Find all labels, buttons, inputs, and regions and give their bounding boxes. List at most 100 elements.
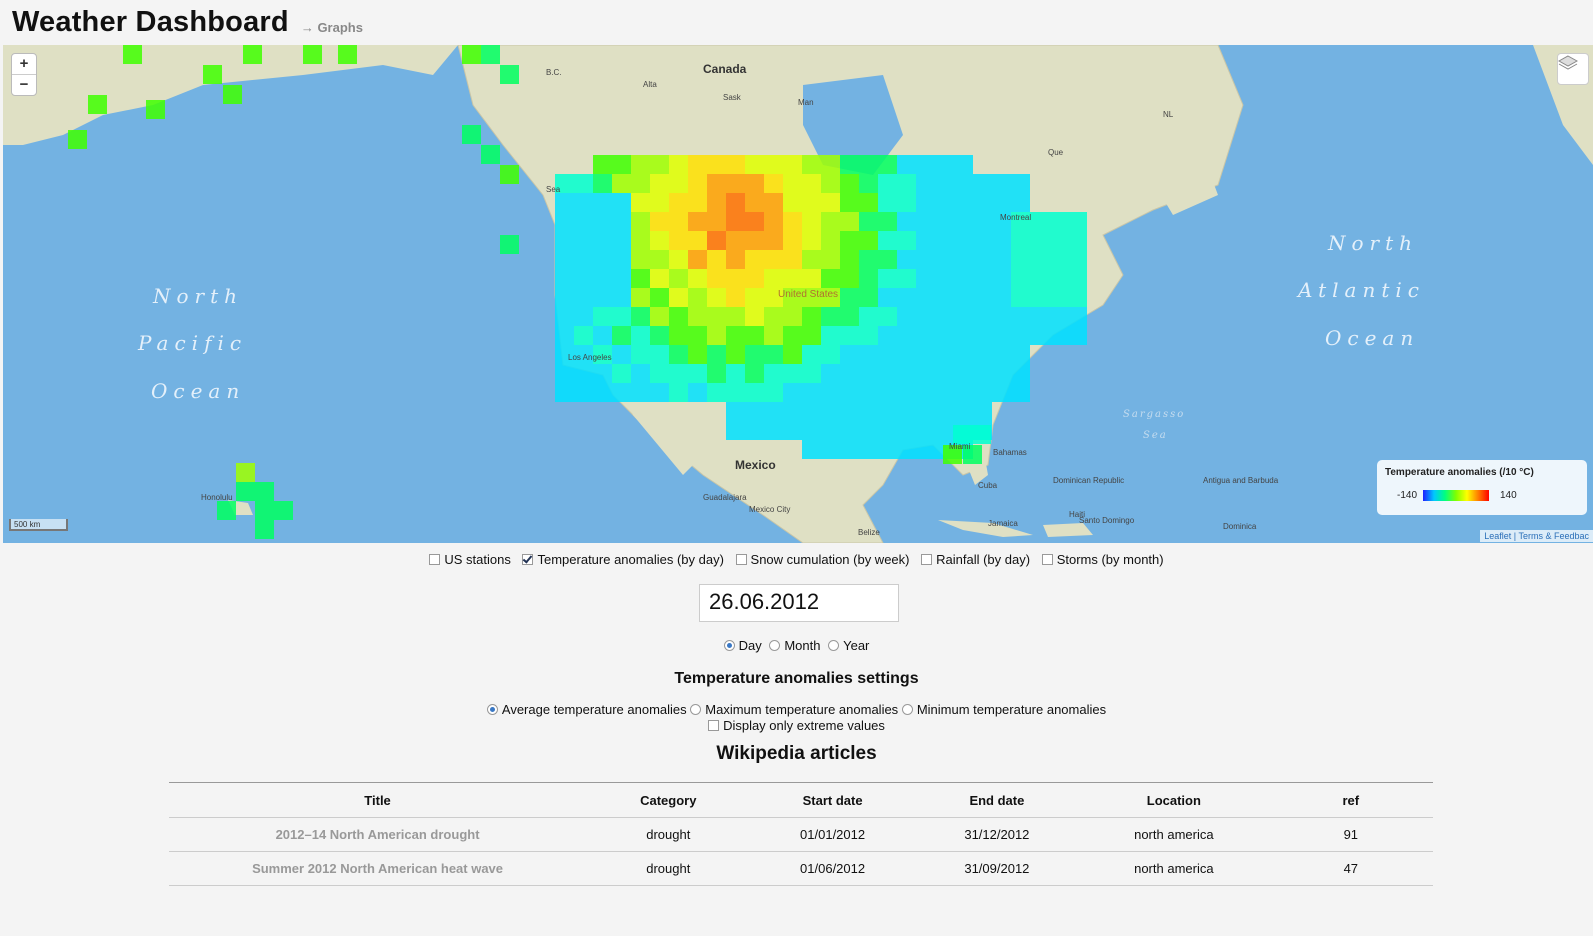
layers-button[interactable] (1557, 53, 1589, 85)
layer-checkbox-temperature[interactable] (522, 554, 534, 565)
period-month[interactable]: Month (769, 638, 820, 653)
city-label-mexico-city: Mexico City (749, 505, 790, 514)
heat-cell (821, 402, 840, 421)
date-input[interactable]: 26.06.2012 (699, 584, 899, 622)
heat-cell (821, 307, 840, 326)
layer-toggle-storms[interactable]: Storms (by month) (1041, 552, 1164, 567)
heat-cell (821, 231, 840, 250)
graphs-link[interactable]: → Graphs (301, 20, 363, 35)
heat-cell (688, 326, 707, 345)
period-year[interactable]: Year (828, 638, 869, 653)
heat-cell (707, 231, 726, 250)
map[interactable]: North Pacific Ocean North Atlantic Ocean… (3, 45, 1593, 543)
legend-color-bar (1423, 490, 1489, 501)
layers-icon (1558, 55, 1578, 70)
layer-toggle-rainfall[interactable]: Rainfall (by day) (921, 552, 1030, 567)
extreme-values-toggle[interactable]: Display only extreme values (0, 718, 1593, 733)
heat-cell (574, 174, 593, 193)
layer-toggle-temperature[interactable]: Temperature anomalies (by day) (522, 552, 724, 567)
heat-cell (745, 364, 764, 383)
heat-cell (859, 212, 878, 231)
zoom-control: + − (11, 53, 37, 96)
heat-cell (878, 212, 897, 231)
heat-cell (916, 155, 935, 174)
heat-cell (650, 269, 669, 288)
heat-cell (612, 288, 631, 307)
heat-cell (462, 125, 481, 144)
heat-cell (726, 288, 745, 307)
heat-cell (764, 174, 783, 193)
heat-cell (992, 307, 1011, 326)
region-label-man: Man (798, 98, 814, 107)
ocean-label-atlantic-1: North (1327, 231, 1418, 255)
heat-cell (859, 269, 878, 288)
anomaly-radio-maximum[interactable] (690, 704, 702, 715)
heat-cell (745, 250, 764, 269)
heat-cell (574, 250, 593, 269)
heat-cell (859, 307, 878, 326)
ocean-label-pacific-3: Ocean (151, 379, 245, 403)
heat-cell (612, 383, 631, 402)
heat-cell (612, 174, 631, 193)
layer-label: Storms (by month) (1056, 552, 1164, 567)
heat-cell (745, 193, 764, 212)
heat-cell (707, 155, 726, 174)
heat-cell (973, 383, 992, 402)
city-label-cuba: Cuba (978, 481, 998, 490)
anomaly-maximum[interactable]: Maximum temperature anomalies (690, 702, 898, 717)
layer-toggle-us-stations[interactable]: US stations (429, 552, 511, 567)
heat-cell (669, 307, 688, 326)
table-cell: drought (586, 817, 751, 852)
heat-cell (802, 326, 821, 345)
column-header: Start date (750, 782, 915, 818)
article-link[interactable]: Summer 2012 North American heat wave (169, 851, 587, 886)
map-attribution[interactable]: Leaflet | Terms & Feedbac (1480, 530, 1593, 542)
layer-checkbox-snow[interactable] (735, 554, 747, 565)
period-radio-year[interactable] (828, 640, 840, 651)
heat-cell (707, 174, 726, 193)
article-link[interactable]: 2012–14 North American drought (169, 817, 587, 852)
period-radio-month[interactable] (769, 640, 781, 651)
zoom-in-button[interactable]: + (12, 54, 36, 75)
heat-cell (954, 364, 973, 383)
period-radio-day[interactable] (723, 640, 735, 651)
column-header: Location (1079, 782, 1269, 818)
heat-cell (707, 212, 726, 231)
heat-cell (878, 155, 897, 174)
heat-cell (631, 307, 650, 326)
heat-cell (612, 307, 631, 326)
heat-cell (859, 402, 878, 421)
extreme-values-checkbox[interactable] (708, 720, 720, 731)
heat-cell (764, 155, 783, 174)
heat-cell (574, 307, 593, 326)
heat-cell (897, 288, 916, 307)
layer-checkbox-storms[interactable] (1041, 554, 1053, 565)
region-label-sask: Sask (723, 93, 742, 102)
heat-cell (612, 345, 631, 364)
heat-cell (574, 269, 593, 288)
heat-cell (1011, 269, 1030, 288)
heat-cell (1049, 288, 1068, 307)
heat-cell (764, 326, 783, 345)
zoom-out-button[interactable]: − (12, 75, 36, 95)
anomaly-radio-minimum[interactable] (901, 704, 913, 715)
heat-cell (916, 402, 935, 421)
heat-cell (954, 250, 973, 269)
layer-checkbox-rainfall[interactable] (921, 554, 933, 565)
heat-cell (954, 193, 973, 212)
heat-cell (935, 288, 954, 307)
heat-cell (973, 326, 992, 345)
heat-cell (688, 174, 707, 193)
heat-cell (631, 269, 650, 288)
anomaly-minimum[interactable]: Minimum temperature anomalies (901, 702, 1106, 717)
layer-toggle-snow[interactable]: Snow cumulation (by week) (735, 552, 910, 567)
anomaly-average[interactable]: Average temperature anomalies (486, 702, 687, 717)
region-label-nl: NL (1163, 110, 1174, 119)
period-day[interactable]: Day (723, 638, 762, 653)
layer-checkbox-us-stations[interactable] (429, 554, 441, 565)
anomaly-radio-average[interactable] (486, 704, 498, 715)
heat-cell (840, 288, 859, 307)
heat-cell (593, 231, 612, 250)
heat-cell (802, 440, 821, 459)
extreme-values-label: Display only extreme values (723, 718, 885, 733)
